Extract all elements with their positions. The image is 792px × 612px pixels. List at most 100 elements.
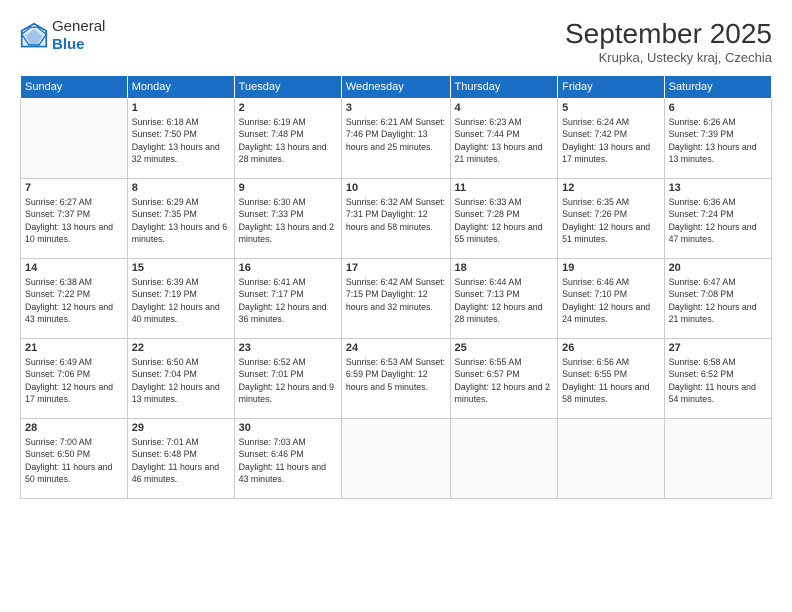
day-info: Sunrise: 7:01 AM Sunset: 6:48 PM Dayligh… — [132, 436, 230, 485]
table-cell: 3 Sunrise: 6:21 AM Sunset: 7:46 PM Daylig… — [341, 99, 450, 179]
day-info: Sunrise: 6:23 AM Sunset: 7:44 PM Dayligh… — [455, 116, 554, 165]
day-info: Sunrise: 6:47 AM Sunset: 7:08 PM Dayligh… — [669, 276, 767, 325]
day-info: Sunrise: 6:29 AM Sunset: 7:35 PM Dayligh… — [132, 196, 230, 245]
day-info: Sunrise: 6:41 AM Sunset: 7:17 PM Dayligh… — [239, 276, 337, 325]
calendar-header-row: Sunday Monday Tuesday Wednesday Thursday… — [21, 76, 772, 99]
table-cell: 28Sunrise: 7:00 AM Sunset: 6:50 PM Dayli… — [21, 419, 128, 499]
header-monday: Monday — [127, 76, 234, 99]
day-info: Sunrise: 6:21 AM Sunset: 7:46 PM Dayligh… — [346, 116, 446, 153]
table-cell: 20Sunrise: 6:47 AM Sunset: 7:08 PM Dayli… — [664, 259, 771, 339]
table-cell: 29Sunrise: 7:01 AM Sunset: 6:48 PM Dayli… — [127, 419, 234, 499]
day-number: 6 — [669, 102, 767, 114]
table-cell: 7 Sunrise: 6:27 AM Sunset: 7:37 PM Daylig… — [21, 179, 128, 259]
table-cell: 5 Sunrise: 6:24 AM Sunset: 7:42 PM Daylig… — [558, 99, 664, 179]
day-info: Sunrise: 6:49 AM Sunset: 7:06 PM Dayligh… — [25, 356, 123, 405]
day-number: 5 — [562, 102, 659, 114]
table-cell: 9 Sunrise: 6:30 AM Sunset: 7:33 PM Daylig… — [234, 179, 341, 259]
table-cell: 18 Sunrise: 6:44 AM Sunset: 7:13 PM Dayli… — [450, 259, 558, 339]
day-number: 26 — [562, 342, 659, 354]
table-cell: 12Sunrise: 6:35 AM Sunset: 7:26 PM Dayli… — [558, 179, 664, 259]
table-cell — [450, 419, 558, 499]
header-thursday: Thursday — [450, 76, 558, 99]
day-number: 21 — [25, 342, 123, 354]
table-cell: 15Sunrise: 6:39 AM Sunset: 7:19 PM Dayli… — [127, 259, 234, 339]
title-block: September 2025 Krupka, Ustecky kraj, Cze… — [565, 18, 772, 65]
day-info: Sunrise: 6:56 AM Sunset: 6:55 PM Dayligh… — [562, 356, 659, 405]
day-number: 14 — [25, 262, 123, 274]
day-number: 9 — [239, 182, 337, 194]
day-info: Sunrise: 6:53 AM Sunset: 6:59 PM Dayligh… — [346, 356, 446, 393]
table-cell: 13Sunrise: 6:36 AM Sunset: 7:24 PM Dayli… — [664, 179, 771, 259]
table-cell: 8 Sunrise: 6:29 AM Sunset: 7:35 PM Daylig… — [127, 179, 234, 259]
header-saturday: Saturday — [664, 76, 771, 99]
logo-icon — [20, 22, 48, 50]
day-number: 13 — [669, 182, 767, 194]
table-cell: 24Sunrise: 6:53 AM Sunset: 6:59 PM Dayli… — [341, 339, 450, 419]
table-cell: 6Sunrise: 6:26 AM Sunset: 7:39 PM Daylig… — [664, 99, 771, 179]
table-cell: 21 Sunrise: 6:49 AM Sunset: 7:06 PM Dayli… — [21, 339, 128, 419]
day-info: Sunrise: 6:44 AM Sunset: 7:13 PM Dayligh… — [455, 276, 554, 325]
day-info: Sunrise: 6:32 AM Sunset: 7:31 PM Dayligh… — [346, 196, 446, 233]
table-cell: 25Sunrise: 6:55 AM Sunset: 6:57 PM Dayli… — [450, 339, 558, 419]
header-friday: Friday — [558, 76, 664, 99]
table-cell: 19Sunrise: 6:46 AM Sunset: 7:10 PM Dayli… — [558, 259, 664, 339]
day-info: Sunrise: 6:39 AM Sunset: 7:19 PM Dayligh… — [132, 276, 230, 325]
table-cell: 23 Sunrise: 6:52 AM Sunset: 7:01 PM Dayli… — [234, 339, 341, 419]
day-number: 8 — [132, 182, 230, 194]
day-number: 18 — [455, 262, 554, 274]
week-row-4: 21 Sunrise: 6:49 AM Sunset: 7:06 PM Dayli… — [21, 339, 772, 419]
day-number: 7 — [25, 182, 123, 194]
logo: General Blue — [20, 18, 105, 54]
week-row-3: 14 Sunrise: 6:38 AM Sunset: 7:22 PM Dayli… — [21, 259, 772, 339]
day-info: Sunrise: 6:19 AM Sunset: 7:48 PM Dayligh… — [239, 116, 337, 165]
day-info: Sunrise: 7:03 AM Sunset: 6:46 PM Dayligh… — [239, 436, 337, 485]
week-row-1: 1 Sunrise: 6:18 AM Sunset: 7:50 PM Daylig… — [21, 99, 772, 179]
day-number: 17 — [346, 262, 446, 274]
table-cell: 22 Sunrise: 6:50 AM Sunset: 7:04 PM Dayli… — [127, 339, 234, 419]
table-cell — [341, 419, 450, 499]
table-cell: 14 Sunrise: 6:38 AM Sunset: 7:22 PM Dayli… — [21, 259, 128, 339]
table-cell: 27Sunrise: 6:58 AM Sunset: 6:52 PM Dayli… — [664, 339, 771, 419]
day-info: Sunrise: 6:42 AM Sunset: 7:15 PM Dayligh… — [346, 276, 446, 313]
day-number: 30 — [239, 422, 337, 434]
day-number: 4 — [455, 102, 554, 114]
day-info: Sunrise: 6:18 AM Sunset: 7:50 PM Dayligh… — [132, 116, 230, 165]
day-info: Sunrise: 6:30 AM Sunset: 7:33 PM Dayligh… — [239, 196, 337, 245]
table-cell: 16 Sunrise: 6:41 AM Sunset: 7:17 PM Dayli… — [234, 259, 341, 339]
calendar: Sunday Monday Tuesday Wednesday Thursday… — [20, 75, 772, 499]
month-title: September 2025 — [565, 18, 772, 50]
day-number: 3 — [346, 102, 446, 114]
day-number: 11 — [455, 182, 554, 194]
day-info: Sunrise: 6:27 AM Sunset: 7:37 PM Dayligh… — [25, 196, 123, 245]
table-cell — [558, 419, 664, 499]
day-info: Sunrise: 6:24 AM Sunset: 7:42 PM Dayligh… — [562, 116, 659, 165]
day-number: 23 — [239, 342, 337, 354]
day-info: Sunrise: 6:58 AM Sunset: 6:52 PM Dayligh… — [669, 356, 767, 405]
table-cell: 10 Sunrise: 6:32 AM Sunset: 7:31 PM Dayli… — [341, 179, 450, 259]
table-cell — [664, 419, 771, 499]
week-row-2: 7 Sunrise: 6:27 AM Sunset: 7:37 PM Daylig… — [21, 179, 772, 259]
header-sunday: Sunday — [21, 76, 128, 99]
day-number: 16 — [239, 262, 337, 274]
table-cell: 30 Sunrise: 7:03 AM Sunset: 6:46 PM Dayli… — [234, 419, 341, 499]
header: General Blue September 2025 Krupka, Uste… — [20, 18, 772, 65]
day-info: Sunrise: 6:33 AM Sunset: 7:28 PM Dayligh… — [455, 196, 554, 245]
week-row-5: 28Sunrise: 7:00 AM Sunset: 6:50 PM Dayli… — [21, 419, 772, 499]
day-info: Sunrise: 6:50 AM Sunset: 7:04 PM Dayligh… — [132, 356, 230, 405]
day-number: 1 — [132, 102, 230, 114]
header-wednesday: Wednesday — [341, 76, 450, 99]
day-info: Sunrise: 6:38 AM Sunset: 7:22 PM Dayligh… — [25, 276, 123, 325]
location: Krupka, Ustecky kraj, Czechia — [565, 50, 772, 65]
day-info: Sunrise: 6:52 AM Sunset: 7:01 PM Dayligh… — [239, 356, 337, 405]
day-number: 22 — [132, 342, 230, 354]
day-number: 12 — [562, 182, 659, 194]
table-cell — [21, 99, 128, 179]
table-cell: 4 Sunrise: 6:23 AM Sunset: 7:44 PM Daylig… — [450, 99, 558, 179]
table-cell: 17 Sunrise: 6:42 AM Sunset: 7:15 PM Dayli… — [341, 259, 450, 339]
logo-text: General Blue — [52, 18, 105, 54]
day-number: 25 — [455, 342, 554, 354]
day-number: 2 — [239, 102, 337, 114]
header-tuesday: Tuesday — [234, 76, 341, 99]
day-number: 10 — [346, 182, 446, 194]
day-number: 19 — [562, 262, 659, 274]
